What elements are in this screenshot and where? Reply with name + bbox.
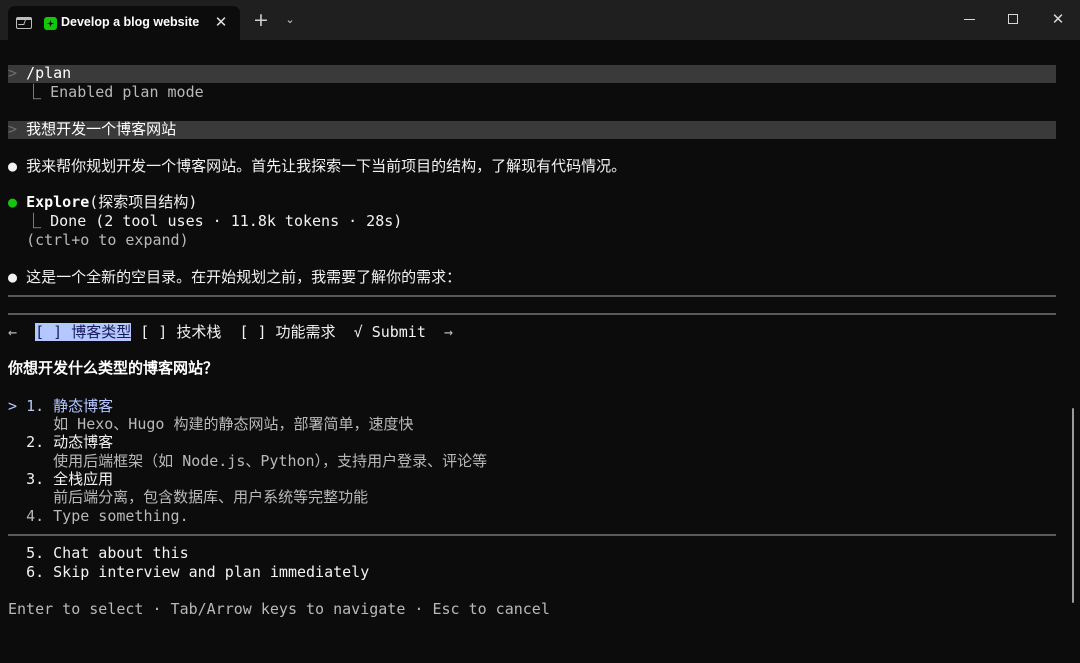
tab-active[interactable]: Develop a blog website ✕ xyxy=(8,6,240,40)
option-number: 4. xyxy=(26,507,45,525)
option-5[interactable]: 5. Chat about this xyxy=(8,544,189,563)
terminal-app-icon xyxy=(16,17,32,29)
option-label: 全栈应用 xyxy=(53,470,114,488)
wizard-step-bar: ← [ ] 博客类型 [ ] 技术栈 [ ] 功能需求 √ Submit → xyxy=(8,323,453,342)
option-6[interactable]: 6. Skip interview and plan immediately xyxy=(8,563,369,582)
tool-result-text: Done (2 tool uses · 11.8k tokens · 28s) xyxy=(50,212,403,230)
option-label[interactable]: Type something. xyxy=(53,507,188,525)
option-label: 静态博客 xyxy=(53,397,114,415)
tool-name: Explore xyxy=(26,193,90,211)
minimize-button[interactable] xyxy=(964,19,975,20)
branch-glyph: ⎿ xyxy=(26,212,42,230)
assistant-message: ● 我来帮你规划开发一个博客网站。首先让我探索一下当前项目的结构，了解现有代码情… xyxy=(8,157,626,176)
title-bar: Develop a blog website ✕ + ⌄ ✕ xyxy=(0,0,1080,40)
option-1[interactable]: > 1. 静态博客 xyxy=(8,397,113,416)
option-number: 6. xyxy=(26,563,45,581)
divider xyxy=(8,534,1056,536)
option-description: 使用后端框架（如 Node.js、Python），支持用户登录、评论等 xyxy=(8,452,487,471)
command-result: ⎿ Enabled plan mode xyxy=(8,83,204,102)
assistant-message: ● 这是一个全新的空目录。在开始规划之前，我需要了解你的需求： xyxy=(8,268,461,287)
option-label: Skip interview and plan immediately xyxy=(53,563,370,581)
tab-dropdown-icon[interactable]: ⌄ xyxy=(282,10,298,30)
option-number: 2. xyxy=(26,433,45,451)
message-text: 我来帮你规划开发一个博客网站。首先让我探索一下当前项目的结构，了解现有代码情况。 xyxy=(26,157,627,175)
new-tab-button[interactable]: + xyxy=(252,10,270,30)
step-blog-type[interactable]: [ ] 博客类型 xyxy=(35,323,132,341)
command-text: /plan xyxy=(26,64,72,82)
expand-hint-text[interactable]: (ctrl+o to expand) xyxy=(26,231,189,249)
left-arrow-icon[interactable]: ← xyxy=(8,323,17,341)
option-2[interactable]: 2. 动态博客 xyxy=(8,433,113,452)
tool-argument: (探索项目结构) xyxy=(89,193,198,211)
message-text: 这是一个全新的空目录。在开始规划之前，我需要了解你的需求： xyxy=(26,268,462,286)
option-3[interactable]: 3. 全栈应用 xyxy=(8,470,113,489)
window-close-button[interactable]: ✕ xyxy=(1048,8,1068,30)
tab-title: Develop a blog website xyxy=(61,15,200,29)
keyboard-hint: Enter to select · Tab/Arrow keys to navi… xyxy=(8,600,550,619)
maximize-button[interactable] xyxy=(1008,14,1018,24)
tool-call: ● Explore(探索项目结构) xyxy=(8,193,197,212)
command-line: > /plan xyxy=(8,64,71,83)
tab-close-icon[interactable]: ✕ xyxy=(213,12,229,32)
step-features[interactable]: [ ] 功能需求 xyxy=(239,323,335,341)
tool-status-icon: ● xyxy=(8,193,18,211)
expand-hint: (ctrl+o to expand) xyxy=(8,231,189,250)
tool-result: ⎿ Done (2 tool uses · 11.8k tokens · 28s… xyxy=(8,212,402,231)
command-highlight-bar xyxy=(8,65,1056,83)
option-description: 前后端分离，包含数据库、用户系统等完整功能 xyxy=(8,488,368,507)
command-text: 我想开发一个博客网站 xyxy=(26,120,177,138)
prompt-glyph: > xyxy=(8,64,18,82)
option-description: 如 Hexo、Hugo 构建的静态网站，部署简单，速度快 xyxy=(8,415,413,434)
option-number: 1. xyxy=(26,397,45,415)
submit-check-icon: √ xyxy=(353,323,363,341)
option-desc-text: 使用后端框架（如 Node.js、Python），支持用户登录、评论等 xyxy=(53,452,488,470)
step-submit[interactable]: Submit xyxy=(372,323,426,341)
branch-glyph: ⎿ xyxy=(26,83,42,101)
result-text: Enabled plan mode xyxy=(50,83,204,101)
option-label: Chat about this xyxy=(53,544,189,562)
tab-status-icon xyxy=(44,17,57,30)
message-bullet-icon: ● xyxy=(8,157,18,175)
prompt-glyph: > xyxy=(8,120,18,138)
message-bullet-icon: ● xyxy=(8,268,18,286)
keyboard-hint-text: Enter to select · Tab/Arrow keys to navi… xyxy=(8,600,550,618)
divider xyxy=(8,295,1056,297)
option-number: 5. xyxy=(26,544,45,562)
option-desc-text: 前后端分离，包含数据库、用户系统等完整功能 xyxy=(53,488,369,506)
option-4[interactable]: 4. Type something. xyxy=(8,507,189,526)
divider xyxy=(8,313,1056,315)
option-label: 动态博客 xyxy=(53,433,114,451)
step-tech-stack[interactable]: [ ] 技术栈 xyxy=(140,323,221,341)
right-arrow-icon[interactable]: → xyxy=(444,323,453,341)
cursor-icon: > xyxy=(8,397,18,415)
question-text: 你想开发什么类型的博客网站？ xyxy=(8,359,219,377)
command-line: > 我想开发一个博客网站 xyxy=(8,120,176,139)
scrollbar[interactable] xyxy=(1072,408,1074,603)
question-heading: 你想开发什么类型的博客网站？ xyxy=(8,359,218,378)
option-desc-text: 如 Hexo、Hugo 构建的静态网站，部署简单，速度快 xyxy=(53,415,414,433)
option-number: 3. xyxy=(26,470,45,488)
